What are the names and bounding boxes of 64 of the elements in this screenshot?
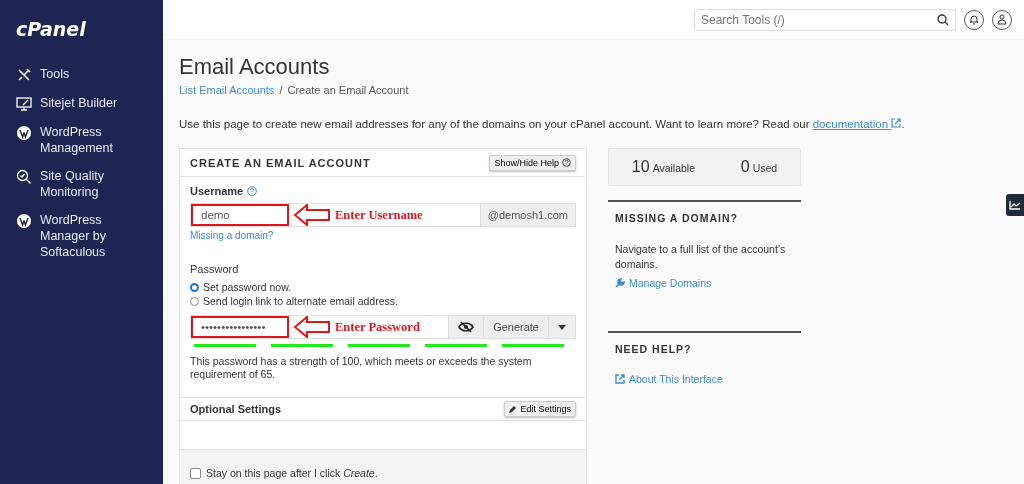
missing-domain-link[interactable]: Missing a domain? <box>190 230 274 241</box>
user-button[interactable] <box>992 9 1012 30</box>
radio-label[interactable]: Send login link to alternate email address. <box>203 295 398 307</box>
page-title: Email Accounts <box>179 54 331 80</box>
help-icon[interactable] <box>247 186 258 196</box>
toggle-visibility-button[interactable] <box>449 315 485 339</box>
sidebar-item[interactable]: WordPress Manager by Softaculous <box>0 212 163 260</box>
notifications-button[interactable] <box>964 9 984 30</box>
about-interface-link[interactable]: About This Interface <box>615 373 723 385</box>
annotation-text: Enter Username <box>335 207 424 223</box>
documentation-link[interactable]: documentation <box>812 118 902 130</box>
breadcrumb-current: Create an Email Account <box>287 84 409 96</box>
password-label: Password <box>190 263 239 275</box>
wordpress-icon <box>16 125 32 141</box>
optional-settings-title: Optional Settings <box>190 403 282 415</box>
section-title: NEED HELP? <box>615 343 693 355</box>
stat-label: Used <box>752 162 778 174</box>
analytics-tab[interactable] <box>1006 194 1024 216</box>
help-icon <box>562 158 571 167</box>
stat-value: 0 <box>740 158 750 176</box>
search-field[interactable]: Search Tools (/) <box>694 8 956 31</box>
username-label: Username <box>190 185 244 197</box>
password-input[interactable]: •••••••••••••••• <box>191 316 289 338</box>
section-text: Navigate to a full list of the account’s domains. <box>615 242 787 272</box>
breadcrumb-link[interactable]: List Email Accounts <box>179 84 275 96</box>
sidebar-item[interactable]: Site Quality Monitoring <box>0 168 163 200</box>
radio-label[interactable]: Set password now. <box>203 281 292 293</box>
wrench-icon <box>615 278 625 288</box>
bell-icon <box>969 14 979 25</box>
domain-addon: @demosh1.com <box>479 204 575 226</box>
external-link-icon <box>891 118 902 128</box>
search-icon <box>937 13 949 26</box>
radio-button[interactable] <box>190 296 199 306</box>
checkbox[interactable] <box>190 467 201 479</box>
stat-label: Available <box>652 162 696 174</box>
stat-value: 10 <box>631 158 650 176</box>
pencil-icon <box>509 405 518 413</box>
card-title: CREATE AN EMAIL ACCOUNT <box>190 156 371 169</box>
checkbox-label[interactable]: Stay on this page after I click Create. <box>206 467 378 479</box>
generate-button[interactable]: Generate <box>484 315 549 339</box>
annotation-text: Enter Password <box>335 319 421 335</box>
sidebar-item[interactable]: WordPress Management <box>0 124 163 156</box>
wordpress-icon <box>16 213 32 229</box>
tools-icon <box>16 67 32 83</box>
caret-icon <box>558 324 566 330</box>
chart-icon <box>1009 200 1021 210</box>
manage-domains-link[interactable]: Manage Domains <box>615 277 712 289</box>
sitejet-icon <box>16 96 32 112</box>
show-hide-help-button[interactable]: Show/Hide Help <box>489 154 576 171</box>
section-title: MISSING A DOMAIN? <box>615 212 739 224</box>
sidebar-item[interactable]: Sitejet Builder <box>0 95 163 112</box>
strength-text: This password has a strength of 100, which meets or exceeds the system requirement of 65. <box>190 355 533 381</box>
page-description: Use this page to create new email addresses for any of the domains on your cPanel account. Want to learn more? Read our documentation . <box>179 118 905 130</box>
radio-button[interactable] <box>190 282 199 292</box>
quality-icon <box>16 169 32 185</box>
user-icon <box>997 14 1007 25</box>
breadcrumb-separator: / <box>279 84 283 96</box>
external-link-icon <box>615 374 625 384</box>
edit-settings-button[interactable]: Edit Settings <box>504 401 576 417</box>
cpanel-logo[interactable]: cPanel <box>16 18 86 40</box>
sidebar-item[interactable]: Tools <box>0 66 163 83</box>
username-input[interactable]: demo <box>191 204 289 226</box>
eye-slash-icon <box>458 321 475 333</box>
generate-options-button[interactable] <box>549 315 576 339</box>
